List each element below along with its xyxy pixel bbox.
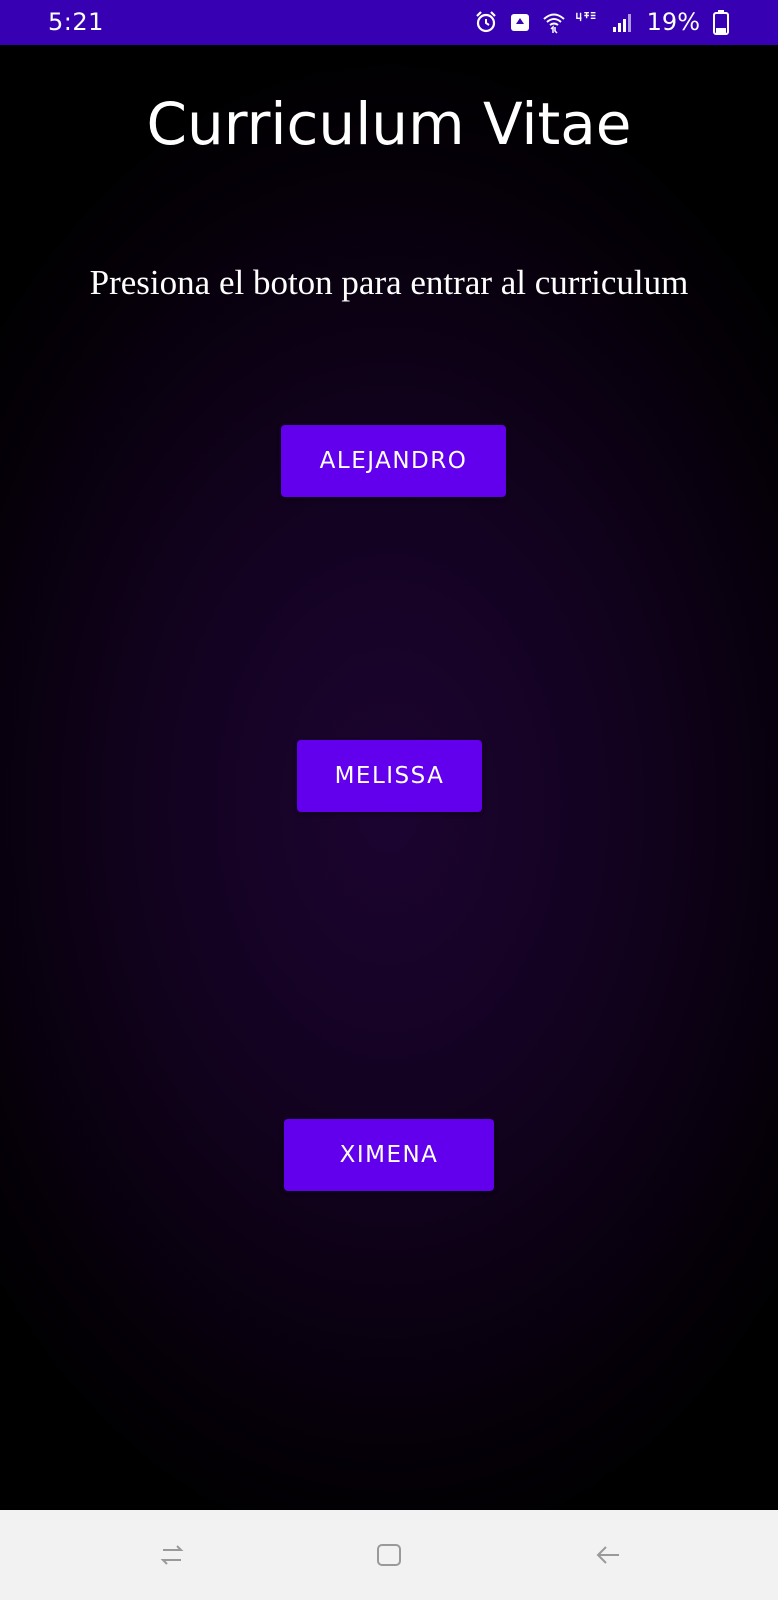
home-icon[interactable] <box>369 1535 409 1575</box>
ximena-button[interactable]: XIMENA <box>284 1119 494 1191</box>
battery-icon <box>708 9 734 35</box>
recents-icon[interactable] <box>152 1535 192 1575</box>
recycle-notification-icon <box>507 9 533 35</box>
wifi-icon <box>541 9 567 35</box>
alarm-icon <box>473 9 499 35</box>
lte-icon <box>575 9 601 35</box>
page-title: Curriculum Vitae <box>146 90 632 158</box>
alejandro-button[interactable]: ALEJANDRO <box>281 425 506 497</box>
main-content: Curriculum Vitae Presiona el boton para … <box>0 45 778 1510</box>
page-subtitle: Presiona el boton para entrar al curricu… <box>89 263 689 302</box>
melissa-button[interactable]: MELISSA <box>297 740 482 812</box>
navigation-bar <box>0 1510 778 1600</box>
app-screen: 5:21 19% Curriculum Vitae Presiona el bo… <box>0 0 778 1600</box>
status-bar: 5:21 19% <box>0 0 778 45</box>
signal-icon <box>609 9 635 35</box>
status-time: 5:21 <box>48 8 104 36</box>
status-icons: 19% <box>473 8 734 36</box>
battery-percent: 19% <box>646 8 700 36</box>
back-icon[interactable] <box>588 1535 628 1575</box>
